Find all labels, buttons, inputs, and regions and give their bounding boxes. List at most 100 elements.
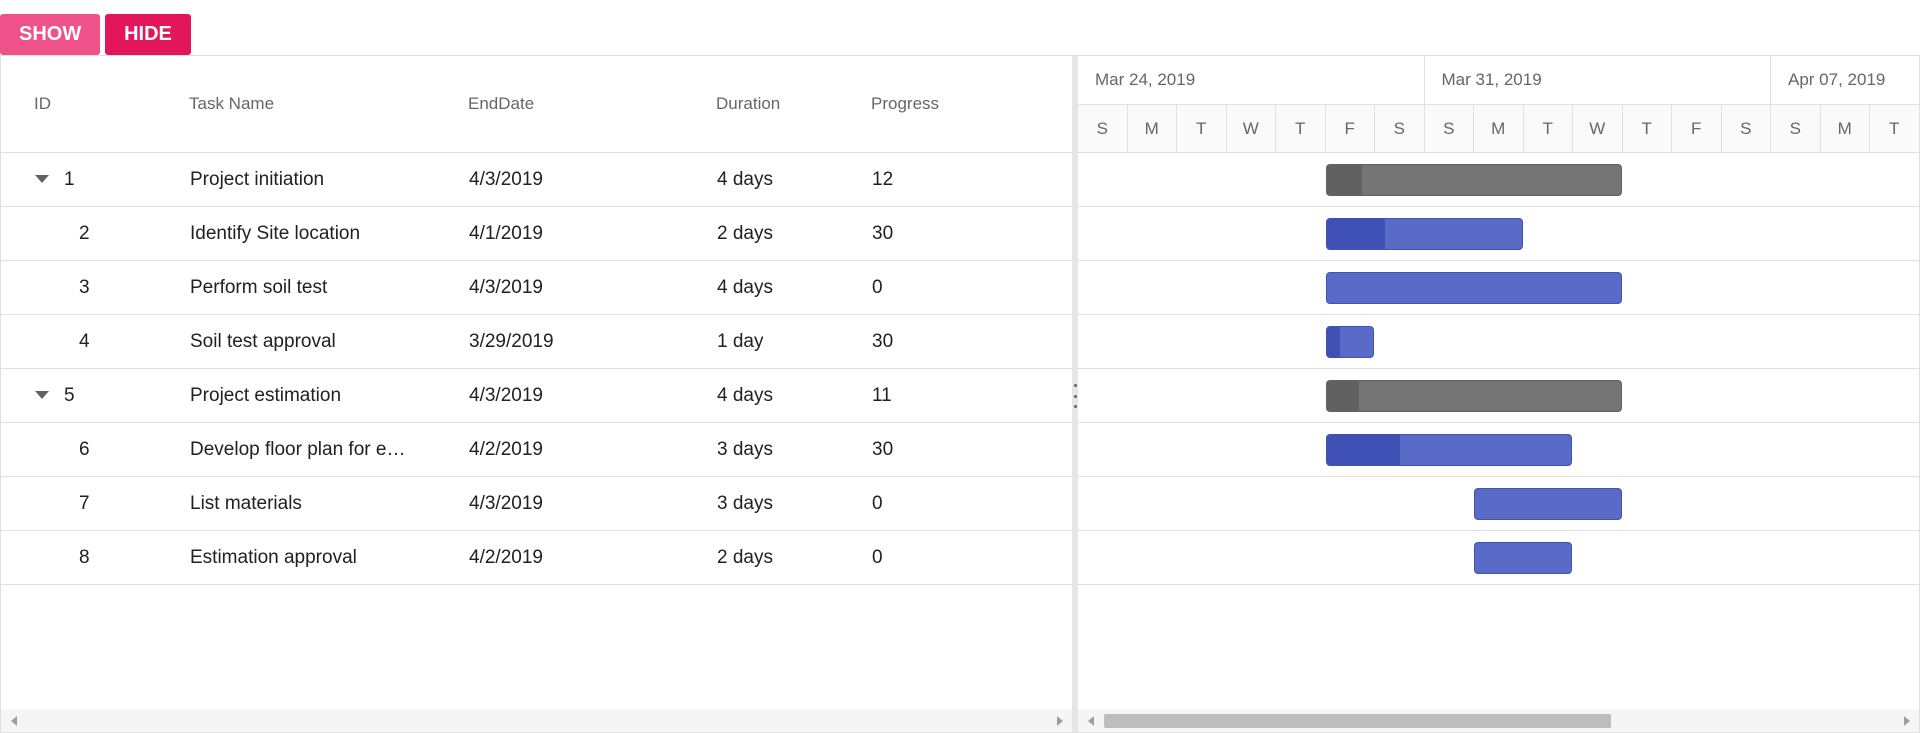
table-row[interactable]: 3 Perform soil test 4/3/2019 4 days 0: [1, 261, 1072, 315]
cell-progress: 30: [872, 439, 894, 460]
day-header: T: [1276, 105, 1326, 152]
day-header: F: [1672, 105, 1722, 152]
table-row[interactable]: 6 Develop floor plan for e… 4/2/2019 3 d…: [1, 423, 1072, 477]
table-row[interactable]: 5 Project estimation 4/3/2019 4 days 11: [1, 369, 1072, 423]
taskbar-progress: [1326, 381, 1359, 411]
cell-task-name: Identify Site location: [190, 223, 361, 244]
scrollbar-thumb[interactable]: [1104, 714, 1611, 728]
day-header: T: [1177, 105, 1227, 152]
collapse-arrow-icon[interactable]: [35, 175, 49, 183]
table-row[interactable]: 4 Soil test approval 3/29/2019 1 day 30: [1, 315, 1072, 369]
cell-id: 3: [79, 277, 90, 298]
grid-horizontal-scrollbar[interactable]: [1, 709, 1072, 732]
cell-progress: 30: [872, 223, 894, 244]
day-header: W: [1227, 105, 1276, 152]
day-header: S: [1078, 105, 1128, 152]
chart-row: [1078, 423, 1919, 477]
chart-row: [1078, 261, 1919, 315]
cell-progress: 0: [872, 493, 883, 514]
child-taskbar[interactable]: [1325, 218, 1523, 250]
cell-duration: 4 days: [717, 169, 773, 190]
cell-duration: 4 days: [717, 385, 773, 406]
chart-horizontal-scrollbar[interactable]: [1078, 709, 1919, 732]
cell-task-name: Develop floor plan for e…: [190, 439, 406, 460]
column-header-id[interactable]: ID: [34, 56, 51, 152]
day-header: T: [1524, 105, 1573, 152]
chart-row: [1078, 207, 1919, 261]
cell-end-date: 3/29/2019: [469, 331, 554, 352]
table-row[interactable]: 8 Estimation approval 4/2/2019 2 days 0: [1, 531, 1072, 585]
cell-id: 1: [64, 169, 75, 190]
cell-end-date: 4/2/2019: [469, 439, 543, 460]
cell-end-date: 4/3/2019: [469, 493, 543, 514]
timeline-chart: Mar 24, 2019 Mar 31, 2019 Apr 07, 2019 S…: [1078, 56, 1919, 732]
table-row[interactable]: 7 List materials 4/3/2019 3 days 0: [1, 477, 1072, 531]
cell-id: 7: [79, 493, 90, 514]
cell-id: 6: [79, 439, 90, 460]
cell-progress: 11: [872, 385, 892, 406]
child-taskbar[interactable]: [1474, 488, 1622, 520]
timeline-weeks: Mar 24, 2019 Mar 31, 2019 Apr 07, 2019: [1078, 56, 1919, 105]
timeline-days: S M T W T F S S M T W T F S S M T: [1078, 105, 1919, 153]
taskbar-progress: [1326, 327, 1341, 357]
child-taskbar[interactable]: [1474, 542, 1572, 574]
column-header-end-date[interactable]: EndDate: [468, 56, 534, 152]
cell-id: 4: [79, 331, 90, 352]
column-header-duration[interactable]: Duration: [716, 56, 780, 152]
day-header: M: [1474, 105, 1524, 152]
chart-row: [1078, 369, 1919, 423]
child-taskbar[interactable]: [1325, 434, 1572, 466]
chart-row: [1078, 153, 1919, 207]
task-grid: ID Task Name EndDate Duration Progress 1…: [1, 56, 1072, 732]
day-header: T: [1870, 105, 1919, 152]
column-header-progress[interactable]: Progress: [871, 56, 939, 152]
cell-progress: 0: [872, 547, 883, 568]
column-header-task-name[interactable]: Task Name: [189, 56, 274, 152]
scroll-right-arrow-icon[interactable]: [1904, 716, 1910, 726]
cell-progress: 12: [872, 169, 894, 190]
hide-button[interactable]: HIDE: [105, 14, 191, 55]
child-taskbar[interactable]: [1325, 326, 1374, 358]
child-taskbar[interactable]: [1325, 272, 1622, 304]
day-header: F: [1326, 105, 1375, 152]
week-header: Mar 31, 2019: [1425, 56, 1771, 104]
cell-id: 8: [79, 547, 90, 568]
grid-header: ID Task Name EndDate Duration Progress: [1, 56, 1072, 153]
splitter-handle-icon[interactable]: [1074, 384, 1077, 408]
table-row[interactable]: 1 Project initiation 4/3/2019 4 days 12: [1, 153, 1072, 207]
taskbar-progress: [1326, 165, 1362, 195]
parent-taskbar[interactable]: [1325, 164, 1622, 196]
day-header: S: [1771, 105, 1821, 152]
taskbar-progress: [1326, 219, 1385, 249]
toolbar: SHOW HIDE: [0, 14, 191, 55]
scroll-left-arrow-icon[interactable]: [11, 716, 17, 726]
cell-duration: 2 days: [717, 223, 773, 244]
day-header: W: [1573, 105, 1623, 152]
cell-task-name: Project estimation: [190, 385, 342, 406]
cell-id: 5: [64, 385, 75, 406]
cell-task-name: Perform soil test: [190, 277, 328, 298]
cell-duration: 2 days: [717, 547, 773, 568]
gantt-chart: ID Task Name EndDate Duration Progress 1…: [0, 55, 1920, 733]
parent-taskbar[interactable]: [1325, 380, 1622, 412]
cell-end-date: 4/3/2019: [469, 169, 543, 190]
chart-body: [1078, 153, 1919, 585]
cell-end-date: 4/3/2019: [469, 385, 543, 406]
scroll-left-arrow-icon[interactable]: [1088, 716, 1094, 726]
table-row[interactable]: 2 Identify Site location 4/1/2019 2 days…: [1, 207, 1072, 261]
cell-progress: 30: [872, 331, 894, 352]
week-header: Apr 07, 2019: [1771, 56, 1919, 104]
chart-row: [1078, 315, 1919, 369]
show-button[interactable]: SHOW: [0, 14, 100, 55]
scroll-right-arrow-icon[interactable]: [1057, 716, 1063, 726]
cell-progress: 0: [872, 277, 883, 298]
chart-row: [1078, 477, 1919, 531]
cell-task-name: List materials: [190, 493, 302, 514]
collapse-arrow-icon[interactable]: [35, 391, 49, 399]
day-header: M: [1821, 105, 1870, 152]
taskbar-progress: [1326, 435, 1400, 465]
day-header: M: [1128, 105, 1177, 152]
cell-end-date: 4/1/2019: [469, 223, 543, 244]
cell-duration: 3 days: [717, 493, 773, 514]
cell-duration: 4 days: [717, 277, 773, 298]
